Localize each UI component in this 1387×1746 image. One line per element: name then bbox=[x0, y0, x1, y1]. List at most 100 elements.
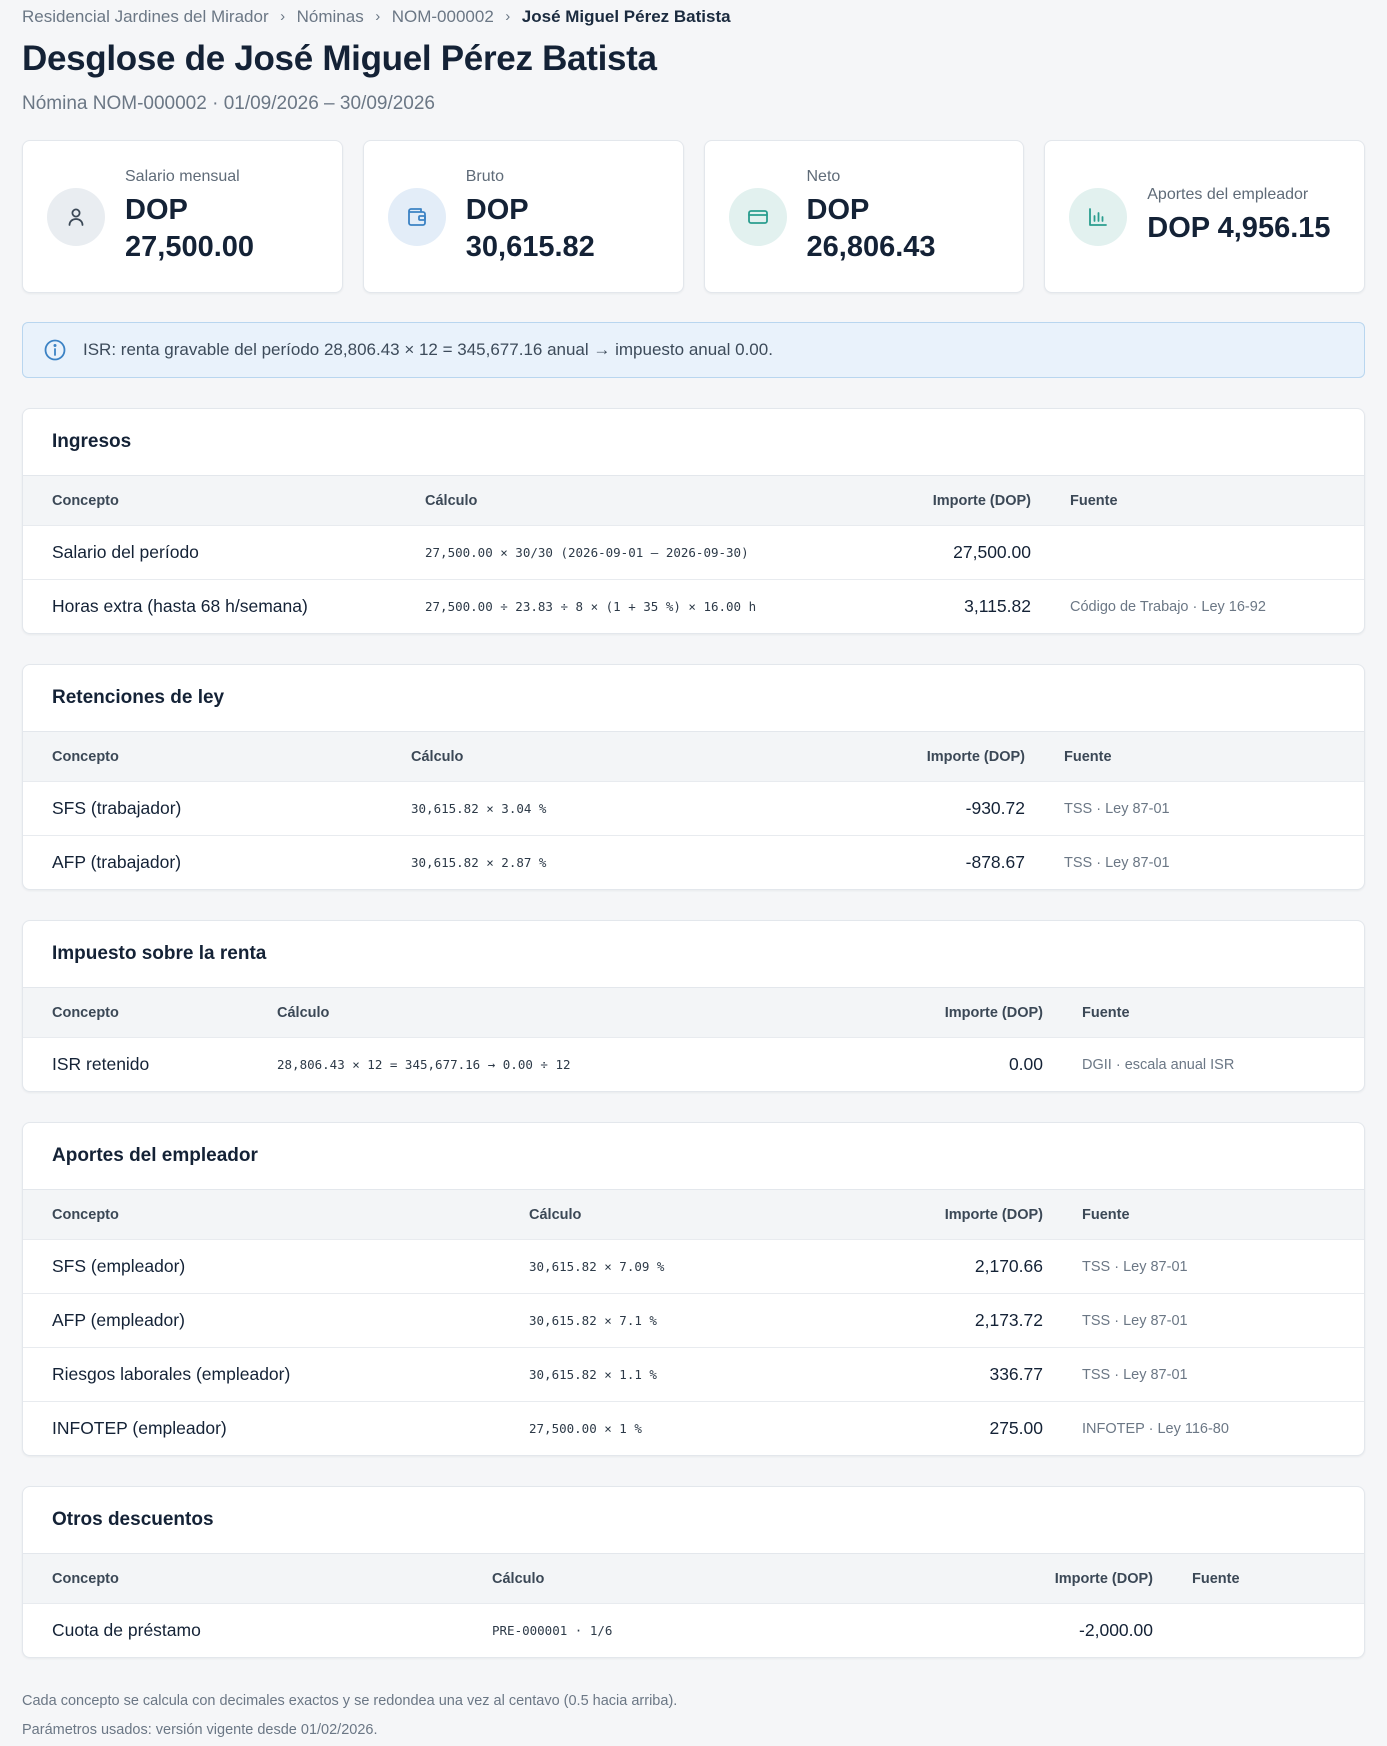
column-header-fuente: Fuente bbox=[1070, 492, 1118, 509]
row-calc: 30,615.82 × 7.09 % bbox=[529, 1259, 665, 1274]
table-header: Concepto Cálculo Importe (DOP) Fuente bbox=[23, 988, 1364, 1037]
row-calc: 30,615.82 × 7.1 % bbox=[529, 1313, 657, 1328]
row-source: TSS · Ley 87-01 bbox=[1082, 1312, 1188, 1329]
row-source: TSS · Ley 87-01 bbox=[1082, 1366, 1188, 1383]
stat-label: Aportes del empleador bbox=[1147, 186, 1309, 203]
row-concept: AFP (trabajador) bbox=[52, 852, 182, 872]
stat-label: Salario mensual bbox=[125, 167, 240, 185]
stat-card-bruto: Bruto DOP 30,615.82 bbox=[362, 140, 684, 293]
row-source: Código de Trabajo · Ley 16-92 bbox=[1070, 598, 1266, 615]
row-source: DGII · escala anual ISR bbox=[1082, 1056, 1235, 1073]
chevron-right-icon: › bbox=[280, 8, 286, 25]
bar-chart-icon bbox=[1069, 187, 1128, 246]
footer-note-rounding: Cada concepto se calcula con decimales e… bbox=[22, 1693, 678, 1709]
section-title: Retenciones de ley bbox=[23, 665, 1364, 732]
section-retenciones: Retenciones de ley Concepto Cálculo Impo… bbox=[22, 664, 1365, 890]
stat-value-currency: DOP bbox=[465, 193, 529, 226]
section-title: Otros descuentos bbox=[23, 1487, 1364, 1554]
column-header-calculo: Cálculo bbox=[277, 1004, 330, 1021]
column-header-fuente: Fuente bbox=[1082, 1004, 1130, 1021]
row-concept: SFS (trabajador) bbox=[52, 798, 182, 818]
section-otros-descuentos: Otros descuentos Concepto Cálculo Import… bbox=[22, 1486, 1365, 1658]
column-header-calculo: Cálculo bbox=[492, 1570, 545, 1587]
row-source: INFOTEP · Ley 116-80 bbox=[1082, 1420, 1229, 1437]
stat-cards: Salario mensual DOP 27,500.00 Bruto DOP … bbox=[22, 140, 1365, 293]
table-row: Riesgos laborales (empleador) 30,615.82 … bbox=[23, 1347, 1364, 1401]
table-header: Concepto Cálculo Importe (DOP) Fuente bbox=[23, 1554, 1364, 1603]
stat-value-amount: 27,500.00 bbox=[125, 230, 255, 263]
row-calc: 30,615.82 × 3.04 % bbox=[411, 801, 547, 816]
column-header-importe: Importe (DOP) bbox=[932, 492, 1031, 509]
row-calc: 30,615.82 × 1.1 % bbox=[529, 1367, 657, 1382]
footer-notes: Cada concepto se calcula con decimales e… bbox=[22, 1687, 1365, 1745]
stat-card-neto: Neto DOP 26,806.43 bbox=[703, 140, 1025, 293]
table-row: Salario del período 27,500.00 × 30/30 (2… bbox=[23, 525, 1364, 579]
footer-note-parameters: Parámetros usados: versión vigente desde… bbox=[22, 1722, 378, 1738]
breadcrumb: Residencial Jardines del Mirador › Nómin… bbox=[22, 0, 1365, 33]
row-calc: 30,615.82 × 2.87 % bbox=[411, 855, 547, 870]
row-source: TSS · Ley 87-01 bbox=[1064, 800, 1170, 817]
table-row: AFP (empleador) 30,615.82 × 7.1 % 2,173.… bbox=[23, 1293, 1364, 1347]
column-header-fuente: Fuente bbox=[1064, 748, 1112, 765]
row-amount: -930.72 bbox=[965, 798, 1025, 818]
page-subtitle: Nómina NOM-000002 · 01/09/2026 – 30/09/2… bbox=[22, 93, 435, 114]
row-amount: 27,500.00 bbox=[953, 542, 1031, 562]
row-amount: 275.00 bbox=[989, 1418, 1043, 1438]
row-concept: Horas extra (hasta 68 h/semana) bbox=[52, 596, 308, 616]
column-header-calculo: Cálculo bbox=[411, 748, 464, 765]
section-title: Ingresos bbox=[23, 409, 1364, 476]
section-title: Aportes del empleador bbox=[23, 1123, 1364, 1190]
stat-label: Neto bbox=[806, 167, 841, 185]
row-amount: -2,000.00 bbox=[1079, 1620, 1153, 1640]
column-header-calculo: Cálculo bbox=[425, 492, 478, 509]
table-row: Cuota de préstamo PRE-000001 · 1/6 -2,00… bbox=[23, 1603, 1364, 1657]
section-title: Impuesto sobre la renta bbox=[23, 921, 1364, 988]
table-row: INFOTEP (empleador) 27,500.00 × 1 % 275.… bbox=[23, 1401, 1364, 1455]
column-header-calculo: Cálculo bbox=[529, 1206, 582, 1223]
chevron-right-icon: › bbox=[375, 8, 381, 25]
row-amount: 2,170.66 bbox=[974, 1256, 1043, 1276]
row-calc: 27,500.00 ÷ 23.83 ÷ 8 × (1 + 35 %) × 16.… bbox=[425, 599, 757, 614]
column-header-importe: Importe (DOP) bbox=[944, 1206, 1043, 1223]
row-calc: PRE-000001 · 1/6 bbox=[492, 1623, 613, 1638]
column-header-concepto: Concepto bbox=[52, 1004, 119, 1021]
row-amount: 3,115.82 bbox=[964, 596, 1031, 616]
stat-value-amount: DOP 4,956.15 bbox=[1147, 212, 1331, 244]
table-header: Concepto Cálculo Importe (DOP) Fuente bbox=[23, 1190, 1364, 1239]
row-concept: AFP (empleador) bbox=[52, 1310, 185, 1330]
page-container: Residencial Jardines del Mirador › Nómin… bbox=[22, 0, 1365, 1745]
column-header-importe: Importe (DOP) bbox=[944, 1004, 1043, 1021]
breadcrumb-item-residencial[interactable]: Residencial Jardines del Mirador bbox=[22, 7, 269, 27]
table-row: SFS (trabajador) 30,615.82 × 3.04 % -930… bbox=[23, 781, 1364, 835]
breadcrumb-item-nominas[interactable]: Nóminas bbox=[297, 7, 364, 27]
column-header-concepto: Concepto bbox=[52, 1570, 119, 1587]
table-row: Horas extra (hasta 68 h/semana) 27,500.0… bbox=[23, 579, 1364, 633]
row-source: TSS · Ley 87-01 bbox=[1064, 854, 1170, 871]
breadcrumb-item-nomina-id[interactable]: NOM-000002 bbox=[392, 7, 494, 27]
row-concept: Salario del período bbox=[52, 542, 199, 562]
column-header-concepto: Concepto bbox=[52, 1206, 119, 1223]
page-title: Desglose de José Miguel Pérez Batista bbox=[22, 39, 657, 78]
isr-info-banner: ISR: renta gravable del período 28,806.4… bbox=[22, 322, 1365, 378]
stat-card-aportes: Aportes del empleador DOP 4,956.15 bbox=[1044, 140, 1365, 293]
user-icon bbox=[47, 187, 105, 246]
column-header-fuente: Fuente bbox=[1082, 1206, 1130, 1223]
row-concept: Cuota de préstamo bbox=[52, 1620, 201, 1640]
column-header-importe: Importe (DOP) bbox=[926, 748, 1025, 765]
row-concept: SFS (empleador) bbox=[52, 1256, 186, 1276]
row-amount: 336.77 bbox=[989, 1364, 1043, 1384]
stat-value-currency: DOP bbox=[125, 193, 188, 226]
column-header-fuente: Fuente bbox=[1192, 1570, 1240, 1587]
table-row: SFS (empleador) 30,615.82 × 7.09 % 2,170… bbox=[23, 1239, 1364, 1293]
info-text: ISR: renta gravable del período 28,806.4… bbox=[83, 340, 773, 359]
row-amount: 0.00 bbox=[1008, 1054, 1043, 1074]
stat-value-amount: 26,806.43 bbox=[806, 230, 936, 263]
stat-card-salario-mensual: Salario mensual DOP 27,500.00 bbox=[22, 140, 343, 293]
stat-value-amount: 30,615.82 bbox=[465, 230, 595, 263]
table-header: Concepto Cálculo Importe (DOP) Fuente bbox=[23, 476, 1364, 525]
stat-value-currency: DOP bbox=[806, 193, 870, 226]
section-ingresos: Ingresos Concepto Cálculo Importe (DOP) … bbox=[22, 408, 1365, 634]
column-header-importe: Importe (DOP) bbox=[1054, 1570, 1153, 1587]
column-header-concepto: Concepto bbox=[52, 492, 119, 509]
row-concept: INFOTEP (empleador) bbox=[52, 1418, 227, 1438]
